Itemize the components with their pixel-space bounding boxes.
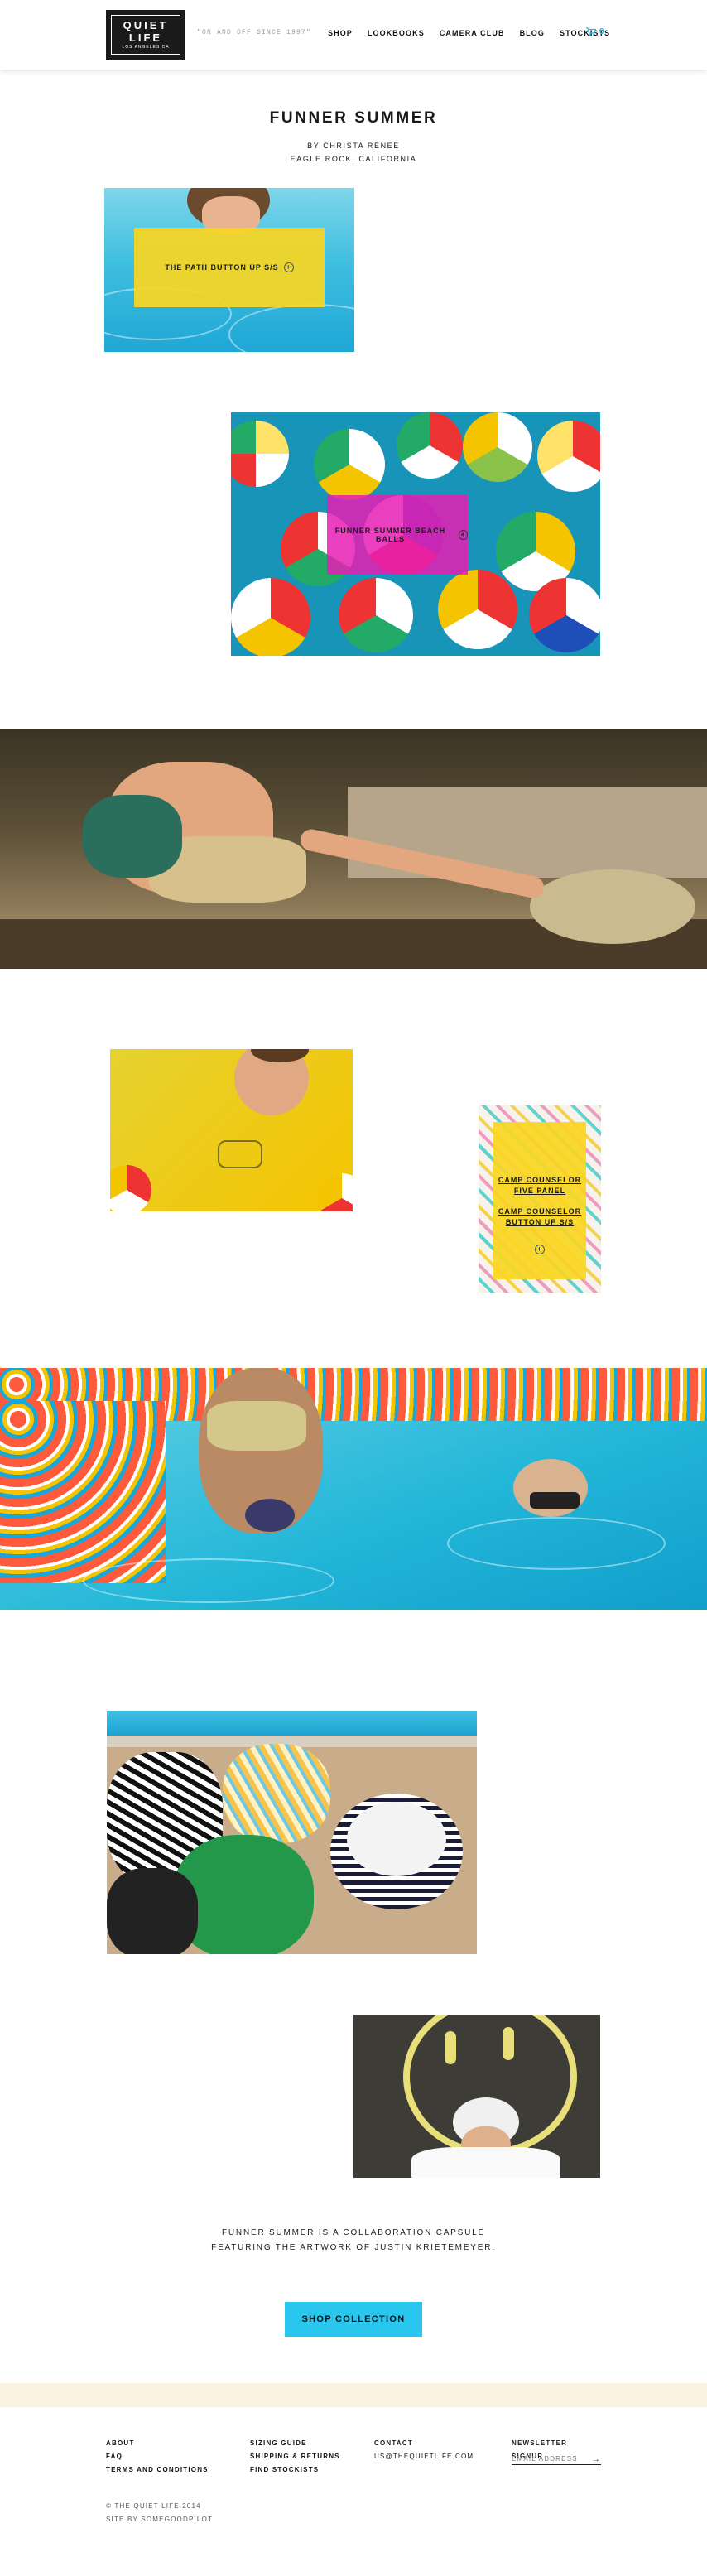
- swimmer-top: [530, 1492, 580, 1509]
- site-credit: SITE BY SOMEGOODPILOT: [106, 2516, 214, 2523]
- footer-band: [0, 2383, 707, 2406]
- logo-text-quiet: QUIET: [123, 19, 169, 31]
- footer-col-info: ABOUT FAQ TERMS AND CONDITIONS: [106, 2437, 209, 2477]
- cart-button[interactable]: 0: [586, 27, 604, 36]
- callout-camp-counselor: CAMP COUNSELOR FIVE PANEL CAMP COUNSELOR…: [493, 1122, 586, 1279]
- footer-col-contact: CONTACT US@THEQUIETLIFE.COM: [374, 2437, 474, 2463]
- arrow-right-icon[interactable]: →: [592, 2453, 601, 2467]
- footer-col-newsletter: NEWSLETTER SIGNUP →: [512, 2437, 601, 2470]
- footer-link-shipping-returns[interactable]: SHIPPING & RETURNS: [250, 2450, 340, 2463]
- nav-shop[interactable]: SHOP: [328, 29, 353, 37]
- model-white-shirt: [411, 2147, 560, 2178]
- nav-camera-club[interactable]: CAMERA CLUB: [440, 29, 505, 37]
- footer-link-about[interactable]: ABOUT: [106, 2437, 209, 2450]
- footer-link-find-stockists[interactable]: FIND STOCKISTS: [250, 2463, 340, 2477]
- beach-ball-cluster: [0, 1401, 166, 1583]
- byline-location: EAGLE ROCK, CALIFORNIA: [290, 155, 417, 163]
- plant: [530, 869, 695, 944]
- blurb-line-1: FUNNER SUMMER IS A COLLABORATION CAPSULE: [222, 2228, 485, 2237]
- logo-text-life: LIFE: [128, 31, 163, 44]
- collection-blurb: FUNNER SUMMER IS A COLLABORATION CAPSULE…: [0, 2226, 707, 2256]
- smiley-eye-right: [503, 2027, 514, 2060]
- photo-pool-jump: [0, 729, 707, 969]
- tagline: "ON AND OFF SINCE 1997": [197, 29, 312, 36]
- pool-strip: [107, 1711, 477, 1736]
- logo-text-location: LOS ANGELES CA: [122, 45, 170, 50]
- callout-counselor-button-up-label[interactable]: CAMP COUNSELOR BUTTON UP S/S: [493, 1206, 586, 1228]
- callout-path-button-up[interactable]: THE PATH BUTTON UP S/S +: [134, 228, 325, 307]
- footer-copyright: © THE QUIET LIFE 2014 SITE BY SOMEGOODPI…: [106, 2500, 213, 2526]
- footer-link-sizing-guide[interactable]: SIZING GUIDE: [250, 2437, 340, 2450]
- shop-collection-button[interactable]: SHOP COLLECTION: [285, 2302, 422, 2337]
- newsletter-email-input[interactable]: [512, 2453, 601, 2465]
- hat-bucket-crown: [347, 1802, 446, 1876]
- callout-beach-balls-label: FUNNER SUMMER BEACH BALLS: [334, 527, 446, 543]
- cart-count: 0: [599, 27, 604, 36]
- byline-author: BY CHRISTA RENEE: [307, 142, 400, 150]
- photo-smiley-wall: [354, 2015, 600, 2178]
- nav-lookbooks[interactable]: LOOKBOOKS: [368, 29, 425, 37]
- page-title: FUNNER SUMMER: [269, 109, 438, 127]
- photo-beach-balls: FUNNER SUMMER BEACH BALLS +: [231, 412, 600, 656]
- footer-link-faq[interactable]: FAQ: [106, 2450, 209, 2463]
- byline: BY CHRISTA RENEE EAGLE ROCK, CALIFORNIA: [0, 139, 707, 166]
- plus-icon: +: [459, 530, 468, 540]
- diver-shirt: [207, 1401, 306, 1451]
- shirt-print: [218, 1140, 262, 1168]
- hat-dark: [107, 1868, 198, 1954]
- photo-camp-counselor: CAMP COUNSELOR FIVE PANEL CAMP COUNSELOR…: [479, 1105, 601, 1293]
- quiet-life-logo[interactable]: QUIET LIFE LOS ANGELES CA: [106, 10, 185, 60]
- footer-col-shopping: SIZING GUIDE SHIPPING & RETURNS FIND STO…: [250, 2437, 340, 2477]
- plus-icon[interactable]: +: [535, 1245, 545, 1254]
- site-footer: ABOUT FAQ TERMS AND CONDITIONS SIZING GU…: [0, 2406, 707, 2576]
- hat-pastel: [223, 1744, 330, 1843]
- cart-icon: [586, 27, 596, 36]
- callout-beach-balls[interactable]: FUNNER SUMMER BEACH BALLS +: [327, 495, 468, 575]
- copyright-text: © THE QUIET LIFE 2014: [106, 2502, 201, 2510]
- footer-contact-email[interactable]: US@THEQUIETLIFE.COM: [374, 2450, 474, 2463]
- photo-pool-beach-balls: [0, 1368, 707, 1610]
- diver-hat: [245, 1499, 295, 1532]
- photo-hats: [107, 1711, 477, 1954]
- footer-contact-heading: CONTACT: [374, 2439, 413, 2447]
- footer-link-terms[interactable]: TERMS AND CONDITIONS: [106, 2463, 209, 2477]
- smiley-eye-left: [445, 2031, 456, 2064]
- plus-icon: +: [283, 262, 294, 272]
- nav-blog[interactable]: BLOG: [520, 29, 545, 37]
- main-nav: SHOP LOOKBOOKS CAMERA CLUB BLOG STOCKIST…: [328, 29, 625, 37]
- callout-five-panel-label[interactable]: CAMP COUNSELOR FIVE PANEL: [493, 1175, 586, 1197]
- blurb-line-2: FEATURING THE ARTWORK OF JUSTIN KRIETEME…: [211, 2243, 496, 2252]
- jumper-trunks: [83, 795, 182, 878]
- photo-yellow-shirt: [110, 1049, 353, 1211]
- photo-pool-swimmer: THE PATH BUTTON UP S/S +: [104, 188, 354, 352]
- site-header: QUIET LIFE LOS ANGELES CA "ON AND OFF SI…: [0, 0, 707, 70]
- callout-path-button-up-label: THE PATH BUTTON UP S/S: [165, 263, 279, 272]
